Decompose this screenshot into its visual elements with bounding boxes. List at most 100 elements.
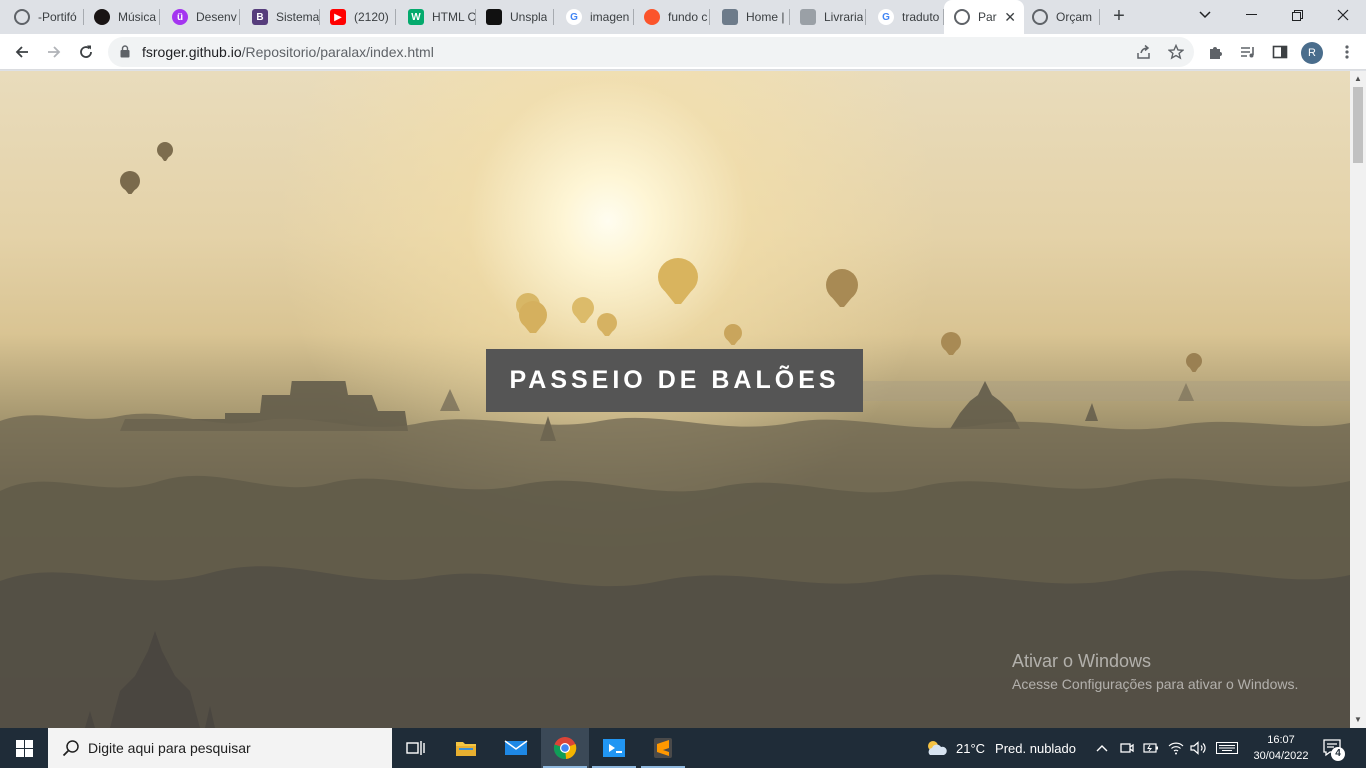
system-clock[interactable]: 16:07 30/04/2022 <box>1246 732 1316 764</box>
tab-title: Desenv <box>196 10 237 24</box>
browser-toolbar: fsroger.github.io/Repositorio/paralax/in… <box>0 34 1366 70</box>
balloon-image <box>724 324 742 345</box>
browser-tab[interactable]: W HTML C <box>398 4 476 30</box>
browser-tab[interactable]: Música <box>84 4 160 30</box>
media-queue-icon <box>1241 47 1254 58</box>
kebab-menu-icon <box>1345 45 1349 59</box>
windows-activation-watermark: Ativar o Windows Acesse Configurações pa… <box>1012 651 1298 692</box>
browser-tab[interactable]: -Portifó <box>4 4 84 30</box>
arrow-left-icon <box>15 46 28 58</box>
url-text: fsroger.github.io/Repositorio/paralax/in… <box>142 44 434 60</box>
mail-icon <box>504 740 528 755</box>
show-hidden-icons-button[interactable] <box>1096 728 1108 768</box>
share-button[interactable] <box>1134 42 1154 62</box>
browser-menu-button[interactable] <box>1333 38 1361 66</box>
udemy-icon: ü <box>172 9 188 25</box>
browser-tab[interactable]: ▶ (2120) <box>320 4 396 30</box>
close-icon <box>1337 9 1349 21</box>
taskbar-sublime-text[interactable] <box>639 728 687 768</box>
reload-icon <box>80 45 92 58</box>
google-icon: G <box>566 9 582 25</box>
extensions-button[interactable] <box>1202 38 1230 66</box>
tab-separator <box>159 9 160 25</box>
chrome-icon <box>553 737 577 760</box>
scroll-down-button[interactable]: ▼ <box>1350 712 1366 728</box>
browser-tab[interactable]: Unspla <box>476 4 554 30</box>
new-tab-button[interactable]: + <box>1108 5 1130 27</box>
browser-tab[interactable]: Orçam <box>1022 4 1100 30</box>
tab-title: imagen <box>590 10 630 24</box>
taskbar-file-explorer[interactable] <box>442 728 490 768</box>
scrollbar-thumb[interactable] <box>1353 87 1363 163</box>
browser-tab[interactable]: Gimagen <box>556 4 634 30</box>
hero-title: PASSEIO DE BALÕES <box>509 366 840 394</box>
tray-meet-now[interactable] <box>1120 728 1134 768</box>
browser-tab[interactable]: Livraria <box>790 4 866 30</box>
address-bar[interactable]: fsroger.github.io/Repositorio/paralax/in… <box>108 37 1194 67</box>
minimize-button[interactable] <box>1228 0 1274 30</box>
tab-search-button[interactable] <box>1182 0 1228 30</box>
activation-title: Ativar o Windows <box>1012 651 1152 671</box>
minimize-icon <box>1245 14 1257 15</box>
forward-button[interactable] <box>40 38 68 66</box>
balloon-image <box>519 301 547 333</box>
back-button[interactable] <box>8 38 36 66</box>
tab-close-icon[interactable]: ✕ <box>1004 9 1016 25</box>
url-host: fsroger.github.io <box>142 44 242 60</box>
taskbar-search-box[interactable]: Digite aqui para pesquisar <box>48 728 392 768</box>
tray-network[interactable] <box>1168 728 1184 768</box>
notification-count-badge: 4 <box>1331 747 1345 761</box>
side-panel-button[interactable] <box>1266 38 1294 66</box>
activation-subtitle: Acesse Configurações para ativar o Windo… <box>1012 676 1299 692</box>
bookmark-button[interactable] <box>1166 42 1186 62</box>
globe-icon <box>14 9 30 25</box>
side-panel-icon <box>1272 45 1288 59</box>
browser-tab[interactable]: Home | <box>712 4 790 30</box>
bootstrap-icon: B <box>252 9 268 25</box>
lock-icon <box>120 45 130 58</box>
tab-title: -Portifó <box>38 10 77 24</box>
weather-cloudy-icon <box>928 741 947 755</box>
balloon-image <box>120 171 140 194</box>
browser-tab[interactable]: Par ✕ <box>944 0 1024 34</box>
windows-logo-icon <box>15 739 33 757</box>
browser-tab[interactable]: ü Desenv <box>162 4 240 30</box>
browser-tab[interactable]: Gtraduto <box>868 4 944 30</box>
tab-title: fundo c <box>668 10 708 24</box>
taskbar-vscode[interactable] <box>590 728 638 768</box>
weather-description: Pred. nublado <box>995 740 1076 756</box>
star-icon <box>1168 44 1184 60</box>
reload-button[interactable] <box>72 38 100 66</box>
browser-tab[interactable]: fundo c <box>634 4 710 30</box>
task-view-icon <box>406 741 425 755</box>
weather-widget[interactable]: 21°C Pred. nublado <box>924 728 1076 768</box>
tab-separator <box>709 9 710 25</box>
tab-title: Livraria <box>824 10 864 24</box>
scroll-up-button[interactable]: ▲ <box>1350 71 1366 87</box>
sublime-text-icon <box>654 738 672 758</box>
browser-tab[interactable]: B Sistema <box>242 4 320 30</box>
taskbar-mail[interactable] <box>492 728 540 768</box>
tray-keyboard[interactable] <box>1216 728 1238 768</box>
search-icon <box>62 740 79 757</box>
tab-title: Orçam <box>1056 10 1092 24</box>
tab-title: traduto <box>902 10 940 24</box>
media-control-button[interactable] <box>1234 38 1262 66</box>
balloon-image <box>157 142 173 161</box>
clock-time: 16:07 <box>1267 734 1295 746</box>
tab-strip: -Portifó Música ü Desenv B Sistema ▶ (2120) W HTM… <box>0 0 1366 34</box>
tray-battery[interactable] <box>1143 728 1159 768</box>
page-scrollbar[interactable]: ▲ ▼ <box>1350 71 1366 728</box>
profile-avatar[interactable]: R <box>1301 42 1323 64</box>
balloon-image <box>941 332 961 355</box>
taskbar-chrome[interactable] <box>541 728 589 768</box>
tab-title: (2120) <box>354 10 389 24</box>
notification-center-button[interactable]: 4 <box>1322 728 1345 768</box>
clock-date: 30/04/2022 <box>1253 750 1309 762</box>
tab-title: Sistema <box>276 10 320 24</box>
close-window-button[interactable] <box>1320 0 1366 30</box>
restore-button[interactable] <box>1274 0 1320 30</box>
task-view-button[interactable] <box>392 728 440 768</box>
tray-volume[interactable] <box>1190 728 1208 768</box>
start-button[interactable] <box>0 728 48 768</box>
